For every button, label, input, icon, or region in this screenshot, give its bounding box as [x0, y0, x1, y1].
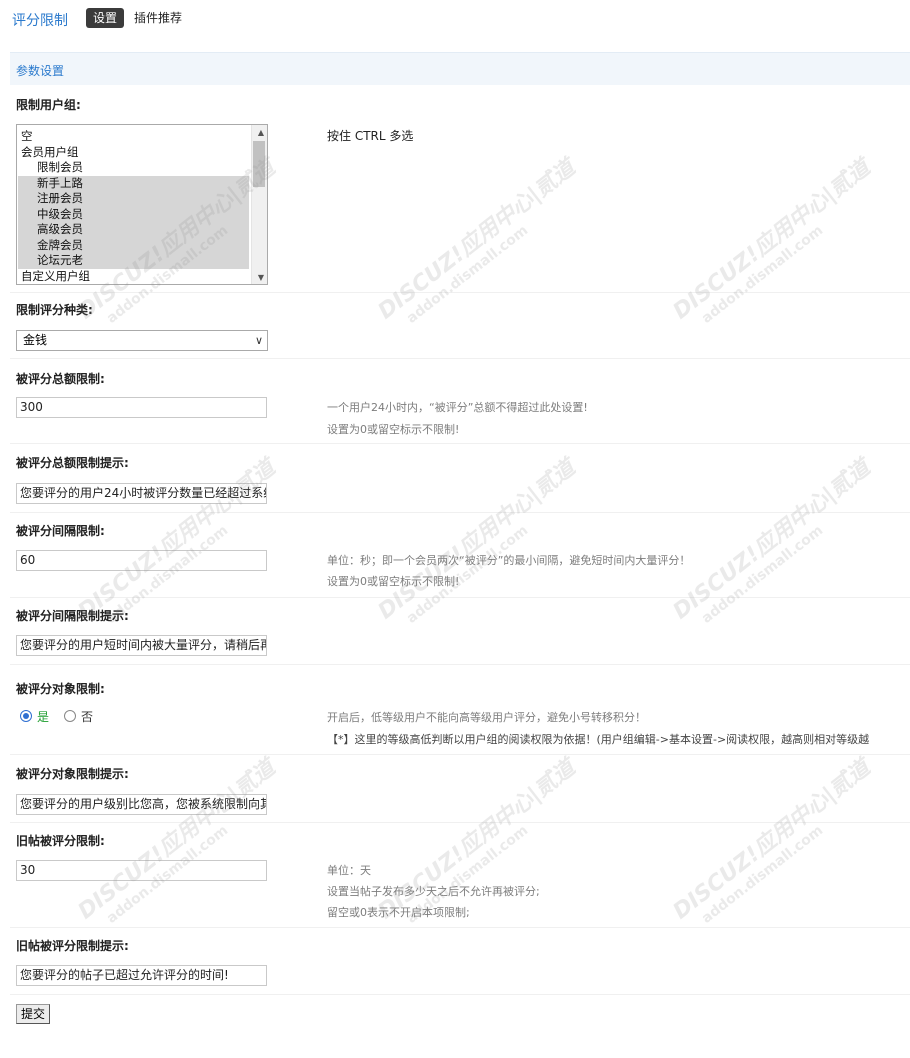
divider [10, 754, 910, 755]
interval-limit-msg-label: 被评分间隔限制提示: [16, 609, 129, 623]
group-option[interactable]: 限制会员 [18, 160, 249, 176]
tab-plugin-recommend[interactable]: 插件推荐 [134, 8, 182, 28]
interval-limit-tip: 单位：秒；即一个会员两次“被评分”的最小间隔，避免短时间内大量评分！ [327, 554, 691, 567]
group-option[interactable]: 自定义用户组 [18, 269, 249, 285]
divider [10, 822, 910, 823]
radio-no-label[interactable]: 否 [81, 708, 93, 725]
credit-type-value: 金钱 [23, 333, 48, 347]
group-option[interactable]: 空 [18, 129, 249, 145]
group-option[interactable]: 注册会员 [18, 191, 249, 207]
page-title: 评分限制 [12, 13, 68, 29]
total-limit-input[interactable]: 300 [16, 397, 267, 418]
total-limit-tip: 一个用户24小时内，“被评分”总额不得超过此处设置! [327, 401, 588, 414]
submit-button[interactable]: 提交 [16, 1004, 50, 1024]
watermark: DISCUZ!应用中心|贰道addon.dismall.com [668, 155, 876, 327]
divider [10, 927, 910, 928]
old-thread-limit-tip: 单位：天 [327, 864, 371, 877]
radio-yes-label[interactable]: 是 [37, 708, 49, 725]
old-thread-limit-label: 旧帖被评分限制: [16, 834, 105, 848]
total-limit-label: 被评分总额限制: [16, 372, 105, 386]
interval-limit-msg-input[interactable]: 您要评分的用户短时间内被大量评分，请稍后再 [16, 635, 267, 656]
old-thread-limit-tip: 设置当帖子发布多少天之后不允许再被评分; [327, 885, 540, 898]
total-limit-msg-input[interactable]: 您要评分的用户24小时被评分数量已经超过系统 [16, 483, 267, 504]
group-option[interactable]: 论坛元老 [18, 253, 249, 269]
scrollbar[interactable]: ▲ ▼ [251, 125, 267, 284]
scrollbar-thumb[interactable] [253, 141, 265, 187]
target-limit-tip: 开启后，低等级用户不能向高等级用户评分，避免小号转移积分！ [327, 711, 646, 724]
watermark: DISCUZ!应用中心|贰道addon.dismall.com [668, 755, 876, 927]
total-limit-msg-label: 被评分总额限制提示: [16, 456, 129, 470]
top-bar: 评分限制 设置 插件推荐 [0, 0, 910, 40]
old-thread-limit-msg-label: 旧帖被评分限制提示: [16, 939, 129, 953]
divider [10, 292, 910, 293]
target-limit-radio-group: 是 否 [20, 707, 93, 725]
groups-hint: 按住 CTRL 多选 [327, 129, 414, 143]
divider [10, 358, 910, 359]
section-header: 参数设置 [10, 52, 910, 85]
groups-multiselect[interactable]: 空 会员用户组 限制会员 新手上路 注册会员 中级会员 高级会员 金牌会员 论坛… [16, 124, 268, 285]
scroll-down-icon[interactable]: ▼ [258, 273, 264, 282]
group-option[interactable]: 新手上路 [18, 175, 249, 191]
old-thread-limit-input[interactable]: 30 [16, 860, 267, 881]
tab-settings[interactable]: 设置 [86, 8, 125, 28]
old-thread-limit-msg-input[interactable]: 您要评分的帖子已超过允许评分的时间! [16, 965, 267, 986]
chevron-down-icon: ∨ [254, 334, 263, 347]
group-option[interactable]: 中级会员 [18, 206, 249, 222]
radio-no[interactable] [64, 710, 77, 722]
divider [10, 443, 910, 444]
target-limit-msg-input[interactable]: 您要评分的用户级别比您高，您被系统限制向其 [16, 794, 267, 815]
scroll-up-icon[interactable]: ▲ [258, 128, 264, 137]
interval-limit-label: 被评分间隔限制: [16, 524, 105, 538]
target-limit-msg-label: 被评分对象限制提示: [16, 767, 129, 781]
watermark: DISCUZ!应用中心|贰道addon.dismall.com [373, 455, 581, 627]
group-option[interactable]: 高级会员 [18, 222, 249, 238]
credit-type-select[interactable]: 金钱 ∨ [16, 330, 268, 351]
target-limit-label: 被评分对象限制: [16, 682, 105, 696]
section-title: 参数设置 [16, 64, 65, 78]
divider [10, 597, 910, 598]
total-limit-tip: 设置为0或留空标示不限制! [327, 423, 460, 436]
group-option[interactable]: 会员用户组 [18, 145, 249, 161]
watermark: DISCUZ!应用中心|贰道addon.dismall.com [668, 455, 876, 627]
group-option[interactable]: 金牌会员 [18, 237, 249, 253]
interval-limit-tip: 设置为0或留空标示不限制! [327, 575, 460, 588]
divider [10, 994, 910, 995]
credit-type-label: 限制评分种类: [16, 303, 93, 317]
old-thread-limit-tip: 留空或0表示不开启本项限制; [327, 906, 470, 919]
watermark: DISCUZ!应用中心|贰道addon.dismall.com [373, 155, 581, 327]
divider [10, 664, 910, 665]
groups-label: 限制用户组: [16, 98, 81, 112]
radio-yes[interactable] [20, 710, 32, 722]
interval-limit-input[interactable]: 60 [16, 550, 267, 571]
divider [10, 512, 910, 513]
target-limit-tip: 【*】这里的等级高低判断以用户组的阅读权限为依据！(用户组编辑->基本设置->阅… [327, 733, 870, 746]
